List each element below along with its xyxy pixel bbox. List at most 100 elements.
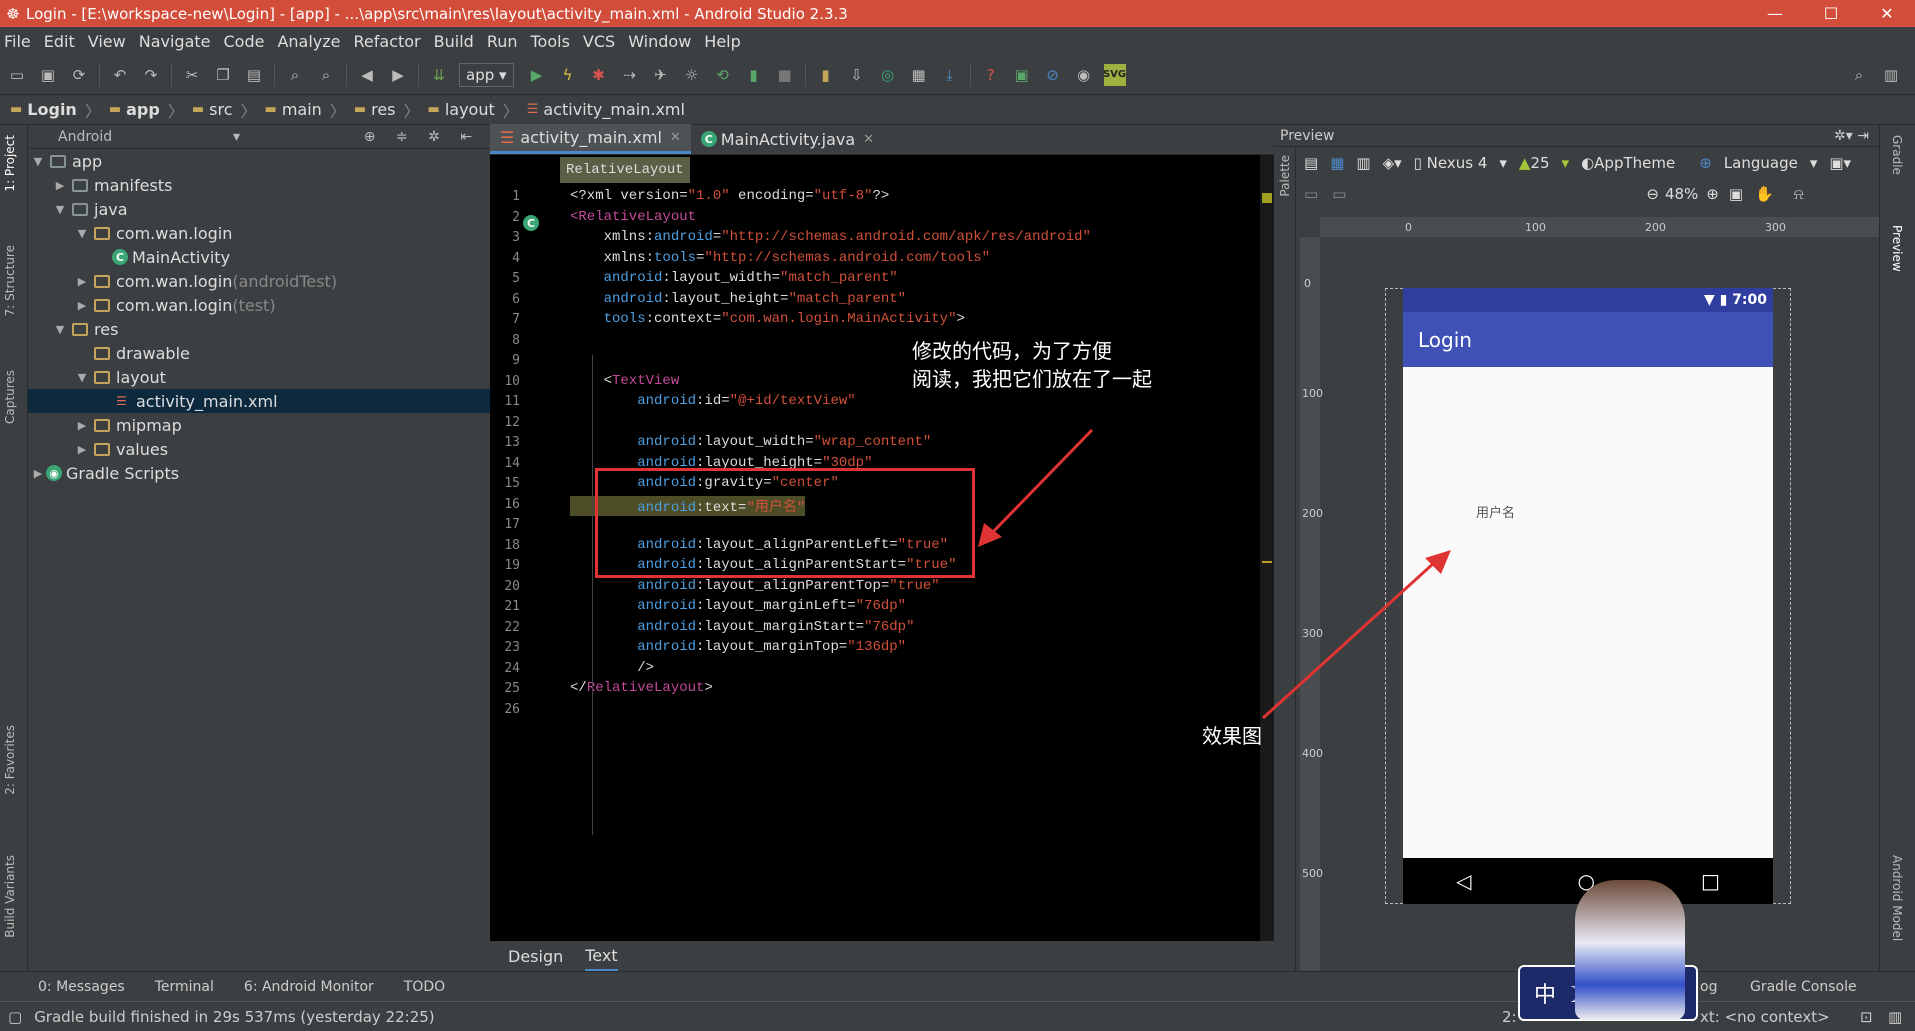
replace-icon[interactable]: ⌕ — [315, 64, 337, 86]
menu-edit[interactable]: Edit — [44, 32, 75, 51]
menu-view[interactable]: View — [88, 32, 126, 51]
crumb-src[interactable]: ▬ src 〉 — [192, 98, 257, 122]
run-coverage-icon[interactable]: ✈ — [650, 64, 672, 86]
open-folder-icon[interactable]: ▭ — [6, 64, 28, 86]
paste-icon[interactable]: ▤ — [243, 64, 265, 86]
android-device-monitor-icon[interactable]: ▦ — [908, 64, 930, 86]
status-line-col[interactable]: 2: — [1502, 1008, 1517, 1026]
preview-textview[interactable]: 用户名 — [1476, 502, 1515, 521]
rotate-icon[interactable]: ◈▾ — [1383, 154, 1402, 172]
menu-file[interactable]: File — [4, 32, 31, 51]
layout-toggle-icon[interactable]: ▥ — [1880, 64, 1902, 86]
expand-right-icon[interactable]: ▶ — [74, 419, 90, 432]
profile-icon[interactable]: ☼ — [681, 64, 703, 86]
tab-gradle[interactable]: Gradle — [1890, 135, 1904, 175]
expand-down-icon[interactable]: ▼ — [52, 323, 68, 336]
zoom-out-icon[interactable]: ⊖ — [1646, 185, 1659, 203]
tab-activity-main-xml[interactable]: ☰ activity_main.xml ✕ — [490, 124, 691, 154]
sync-icon[interactable]: ⟳ — [68, 64, 90, 86]
avd-manager-icon[interactable]: ▮ — [815, 64, 837, 86]
menu-help[interactable]: Help — [704, 32, 740, 51]
menu-vcs[interactable]: VCS — [583, 32, 615, 51]
run-icon[interactable]: ▶ — [526, 64, 548, 86]
code-line[interactable]: android:id="@+id/textView" — [570, 393, 855, 409]
tree-item[interactable]: ▶ mipmap — [28, 413, 490, 437]
tree-item[interactable]: ▶ com.wan.login (androidTest) — [28, 269, 490, 293]
sync-gradle-icon[interactable]: ⟲ — [712, 64, 734, 86]
attach-debugger-icon[interactable]: ⇢ — [619, 64, 641, 86]
nav-recent-icon[interactable]: □ — [1701, 869, 1720, 893]
capture-icon[interactable]: ◉ — [1073, 64, 1095, 86]
panel-settings-icons[interactable]: ⊕ ≑ ✲ ⇤ — [364, 129, 480, 145]
lock-icon[interactable]: ⊡ — [1860, 1008, 1873, 1026]
crumb-app[interactable]: ▬ app 〉 — [109, 98, 184, 122]
crumb-layout[interactable]: ▬ layout 〉 — [428, 98, 519, 122]
blueprint-view-icon[interactable]: ▦ — [1330, 154, 1344, 172]
editor-scrollbar[interactable] — [1260, 155, 1274, 941]
tab-build-variants[interactable]: Build Variants — [3, 855, 17, 938]
tab-gradle-console[interactable]: Gradle Console — [1750, 979, 1857, 995]
status-context[interactable]: xt: <no context> — [1700, 1008, 1830, 1026]
chevron-down-icon[interactable]: ▾ — [233, 129, 240, 145]
close-tab-icon[interactable]: ✕ — [670, 130, 681, 145]
menu-refactor[interactable]: Refactor — [354, 32, 421, 51]
download-icon[interactable]: ⤓ — [939, 64, 961, 86]
pan-icon[interactable]: ✋ — [1755, 185, 1774, 203]
find-icon[interactable]: ⌕ — [284, 64, 306, 86]
tab-messages[interactable]: 0: Messages — [38, 979, 125, 995]
expand-down-icon[interactable]: ▼ — [52, 203, 68, 216]
tab-structure[interactable]: 7: Structure — [3, 245, 17, 316]
code-line[interactable]: android:layout_width="match_parent" — [570, 270, 898, 286]
apply-changes-icon[interactable]: ϟ — [557, 64, 579, 86]
tab-preview[interactable]: Preview — [1890, 225, 1904, 272]
preview-settings-icon[interactable]: ✲▾ ⇥ — [1834, 128, 1869, 144]
back-icon[interactable]: ◀ — [356, 64, 378, 86]
rerun-icon[interactable]: ▮ — [743, 64, 765, 86]
tree-item[interactable]: C MainActivity — [28, 245, 490, 269]
tab-mainactivity-java[interactable]: C MainActivity.java ✕ — [691, 124, 884, 154]
status-toggle-icon[interactable]: ▢ — [8, 1008, 22, 1026]
tree-item[interactable]: ▶ com.wan.login (test) — [28, 293, 490, 317]
help-icon[interactable]: ? — [980, 64, 1002, 86]
expand-right-icon[interactable]: ▶ — [74, 299, 90, 312]
tab-android-model[interactable]: Android Model — [1890, 855, 1904, 941]
tab-design[interactable]: Design — [508, 943, 563, 970]
tree-item[interactable]: ▶ values — [28, 437, 490, 461]
crumb-login[interactable]: ▬ Login 〉 — [10, 98, 101, 122]
tree-item[interactable]: ▼ app — [28, 149, 490, 173]
tree-item[interactable]: ▼ res — [28, 317, 490, 341]
code-line[interactable]: android:layout_marginLeft="76dp" — [570, 598, 906, 614]
code-line[interactable]: xmlns:tools="http://schemas.android.com/… — [570, 250, 991, 266]
block-icon[interactable]: ⊘ — [1042, 64, 1064, 86]
monitor-icon[interactable]: ▣ — [1011, 64, 1033, 86]
tree-item[interactable]: drawable — [28, 341, 490, 365]
both-view-icon[interactable]: ▥ — [1356, 154, 1370, 172]
code-line[interactable]: tools:context="com.wan.login.MainActivit… — [570, 311, 965, 327]
api-select[interactable]: ▲25 ▾ — [1519, 154, 1569, 172]
copy-icon[interactable]: ❐ — [212, 64, 234, 86]
tab-android-monitor[interactable]: 6: Android Monitor — [244, 979, 374, 995]
project-view-mode[interactable]: Android — [58, 129, 112, 145]
code-editor[interactable]: RelativeLayout 1 <?xml version="1.0" enco… — [490, 155, 1274, 941]
nav-back-icon[interactable]: ◁ — [1456, 869, 1471, 893]
code-line[interactable]: <RelativeLayout — [570, 209, 696, 225]
make-project-icon[interactable]: ⇊ — [428, 64, 450, 86]
save-icon[interactable]: ▣ — [37, 64, 59, 86]
debug-icon[interactable]: ✱ — [588, 64, 610, 86]
device-screen[interactable]: ▼ ▮ 7:00 Login 用户名 ◁ ○ □ — [1403, 288, 1773, 904]
minimize-button[interactable]: — — [1747, 0, 1803, 27]
zoom-fit-icon[interactable]: ▭ — [1304, 185, 1318, 203]
tab-event-log-partial[interactable]: og — [1700, 979, 1717, 995]
expand-down-icon[interactable]: ▼ — [74, 227, 90, 240]
tab-todo[interactable]: TODO — [404, 979, 445, 995]
svg-plugin-icon[interactable]: SVG — [1103, 63, 1126, 86]
maximize-button[interactable]: ☐ — [1803, 0, 1859, 27]
crumb-main[interactable]: ▬ main 〉 — [265, 98, 346, 122]
code-line[interactable]: /> — [570, 660, 654, 676]
tree-item[interactable]: ▶ manifests — [28, 173, 490, 197]
expand-right-icon[interactable]: ▶ — [74, 275, 90, 288]
device-select[interactable]: ▯ Nexus 4 ▾ — [1414, 154, 1507, 172]
theme-select[interactable]: ◐AppTheme — [1581, 154, 1687, 172]
code-line[interactable]: <?xml version="1.0" encoding="utf-8"?> — [570, 188, 889, 204]
class-gutter-icon[interactable]: C — [523, 215, 539, 231]
